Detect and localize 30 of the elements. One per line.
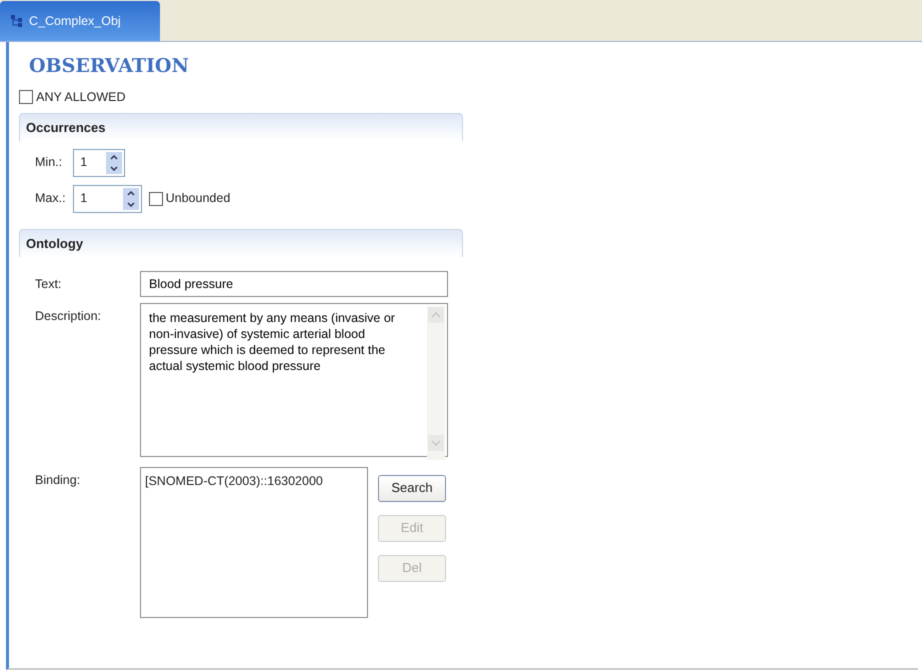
spin-down-button[interactable] <box>123 198 140 210</box>
spin-down-button[interactable] <box>106 162 122 174</box>
field-label: Binding: <box>35 472 82 489</box>
text-field[interactable]: Blood pressure <box>140 270 448 297</box>
checkbox[interactable] <box>19 90 33 104</box>
spinner-field[interactable]: 1 <box>73 184 142 213</box>
checkbox[interactable] <box>148 192 162 206</box>
spinner-field[interactable]: 1 <box>73 148 126 177</box>
spin-up-button[interactable] <box>123 188 140 199</box>
field-label: Max.: <box>35 190 67 208</box>
chevron-up-icon <box>110 154 118 160</box>
unbounded-checkbox[interactable]: Unbounded <box>148 189 230 208</box>
chevron-up-icon <box>127 190 136 196</box>
chevron-down-icon <box>110 166 118 171</box>
search-button[interactable]: Search <box>378 474 446 502</box>
spin-up-button[interactable] <box>106 152 122 163</box>
tree-icon <box>10 14 24 28</box>
binding-list[interactable]: [SNOMED-CT(2003)::16302000 <box>140 466 368 618</box>
field-label: Min.: <box>35 154 64 172</box>
editor-tab[interactable]: C_Complex_Obj <box>0 1 160 41</box>
chevron-down-icon <box>127 202 136 207</box>
description-field[interactable]: the measurement by any means (invasive or non-invasive) of systemic arterial blood pressure which is deemed to represent the actual systemic blood pressure <box>140 302 448 457</box>
field-label: Description: <box>35 308 102 325</box>
section-header: Ontology <box>19 228 463 257</box>
section-header: Occurrences <box>19 112 463 141</box>
list-item[interactable]: [SNOMED-CT(2003)::16302000 <box>145 472 363 490</box>
page-title: OBSERVATION <box>29 54 190 78</box>
any-allowed-checkbox[interactable]: ANY ALLOWED <box>19 88 126 107</box>
field-label: Text: <box>35 276 62 293</box>
scrollbar[interactable] <box>427 306 445 460</box>
